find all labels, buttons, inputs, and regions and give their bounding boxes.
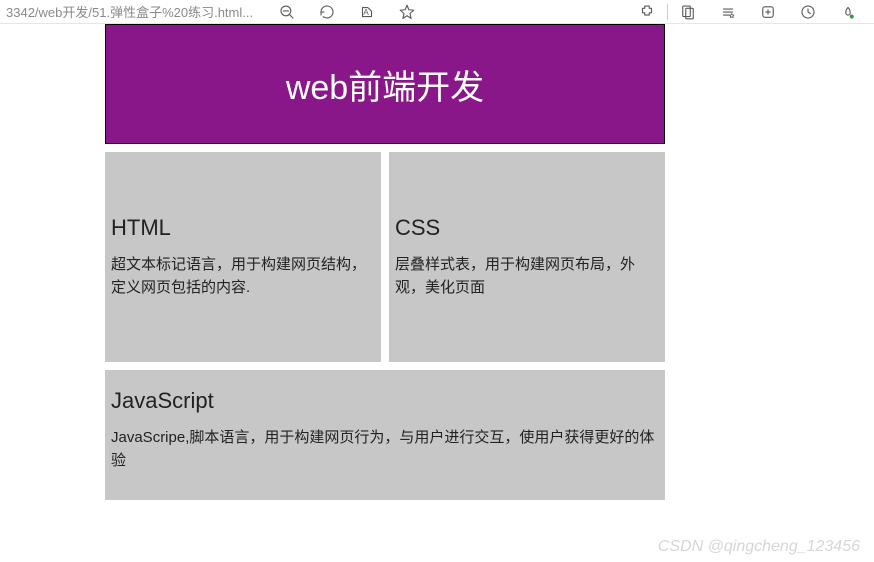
card-title: CSS — [395, 215, 659, 241]
card-desc: JavaScripe,脚本语言，用于构建网页行为，与用户进行交互，使用户获得更好… — [111, 426, 659, 473]
card-javascript: JavaScript JavaScripe,脚本语言，用于构建网页行为，与用户进… — [105, 370, 665, 500]
svg-text:A: A — [363, 8, 369, 17]
cards-container: HTML 超文本标记语言，用于构建网页结构，定义网页包括的内容. CSS 层叠样… — [105, 152, 665, 500]
card-title: HTML — [111, 215, 375, 241]
card-desc: 层叠样式表，用于构建网页布局，外观，美化页面 — [395, 253, 659, 300]
read-aloud-icon[interactable]: A — [347, 3, 387, 21]
toolbar-icons-left: A — [267, 3, 427, 21]
zoom-out-icon[interactable] — [267, 3, 307, 21]
page-content: web前端开发 HTML 超文本标记语言，用于构建网页结构，定义网页包括的内容.… — [0, 24, 874, 500]
favorite-icon[interactable] — [387, 3, 427, 21]
performance-icon[interactable] — [828, 3, 868, 21]
toolbar-icons-right — [627, 3, 868, 21]
watermark: CSDN @qingcheng_123456 — [658, 538, 860, 556]
history-icon[interactable] — [788, 3, 828, 21]
card-html: HTML 超文本标记语言，用于构建网页结构，定义网页包括的内容. — [105, 152, 381, 362]
card-title: JavaScript — [111, 388, 659, 414]
url-text: 3342/web开发/51.弹性盒子%20练习.html... — [6, 2, 253, 21]
refresh-icon[interactable] — [307, 3, 347, 21]
card-desc: 超文本标记语言，用于构建网页结构，定义网页包括的内容. — [111, 253, 375, 300]
new-tab-icon[interactable] — [748, 3, 788, 21]
extensions-icon[interactable] — [627, 3, 667, 21]
hero-title: web前端开发 — [286, 60, 484, 109]
card-css: CSS 层叠样式表，用于构建网页布局，外观，美化页面 — [389, 152, 665, 362]
collections-icon[interactable] — [668, 3, 708, 21]
favorites-list-icon[interactable] — [708, 3, 748, 21]
hero-banner: web前端开发 — [105, 24, 665, 144]
browser-toolbar: 3342/web开发/51.弹性盒子%20练习.html... A — [0, 0, 874, 24]
